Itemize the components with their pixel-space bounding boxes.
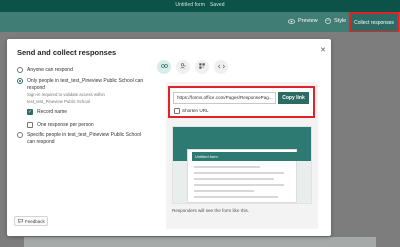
preview-caption: Responders will see the form like this.: [172, 208, 250, 213]
document-title: Untitled form Saved: [0, 2, 400, 8]
people-icon: [180, 63, 186, 71]
option-specific-people-label: Specific people in test_test_Pineview Pu…: [27, 132, 141, 145]
tab-link[interactable]: [157, 60, 171, 74]
preview-button[interactable]: Preview: [288, 18, 318, 24]
one-response-checkbox[interactable]: [27, 122, 33, 128]
one-response-label: One response per person: [37, 122, 94, 128]
radio-anyone[interactable]: [17, 67, 23, 73]
preview-line: [194, 172, 284, 174]
preview-line: [194, 166, 260, 168]
tab-qr[interactable]: [195, 60, 209, 74]
copy-link-button[interactable]: Copy link: [278, 92, 309, 104]
radio-only-people[interactable]: [17, 78, 23, 84]
feedback-button[interactable]: Feedback: [14, 216, 48, 226]
option-anyone-label: Anyone can respond: [27, 67, 73, 73]
link-icon: [160, 64, 168, 70]
style-label: Style: [334, 18, 347, 24]
preview-line: [194, 178, 274, 180]
only-people-note: Sign-in required to validate access with…: [27, 92, 137, 105]
feedback-icon: [18, 218, 23, 224]
tab-embed[interactable]: [214, 60, 228, 74]
collect-responses-button[interactable]: Collect responses: [349, 12, 399, 33]
preview-label: Preview: [298, 18, 318, 24]
preview-line: [194, 190, 254, 192]
form-title: Untitled form: [175, 2, 205, 8]
link-section: https://forms.office.com/Pages/ResponseP…: [168, 86, 315, 118]
palette-icon: [325, 18, 331, 24]
form-canvas-edge: [24, 237, 376, 247]
style-button[interactable]: Style: [325, 18, 346, 24]
dialog-title: Send and collect responses: [17, 48, 117, 57]
form-preview-thumbnail: Untitled form: [172, 126, 312, 204]
option-only-people-label: Only people in test_test_Pineview Public…: [27, 78, 144, 91]
preview-line: [194, 184, 284, 186]
sign-in-note: Sign-in required to validate access with…: [27, 92, 105, 104]
shorten-url-label: Shorten URL: [182, 108, 209, 113]
app-title-bar: Untitled form Saved: [0, 0, 400, 12]
form-toolbar: Preview Style: [0, 12, 400, 32]
qr-code-icon: [199, 63, 205, 71]
embed-icon: [217, 64, 225, 71]
share-url-field[interactable]: https://forms.office.com/Pages/ResponseP…: [173, 92, 276, 104]
save-status: Saved: [209, 2, 225, 8]
share-tabs: [157, 60, 228, 74]
feedback-label: Feedback: [25, 218, 45, 224]
close-icon[interactable]: ✕: [319, 47, 327, 55]
eye-icon: [288, 18, 295, 24]
preview-form-title: Untitled form: [192, 152, 298, 161]
preview-line: [194, 196, 278, 198]
tab-invite[interactable]: [176, 60, 190, 74]
record-name-checkbox[interactable]: ✓: [27, 109, 33, 115]
record-name-label: Record name: [37, 109, 68, 115]
preview-form-card: Untitled form: [187, 149, 298, 203]
radio-specific-people[interactable]: [17, 132, 23, 138]
shorten-url-checkbox[interactable]: [174, 108, 180, 114]
